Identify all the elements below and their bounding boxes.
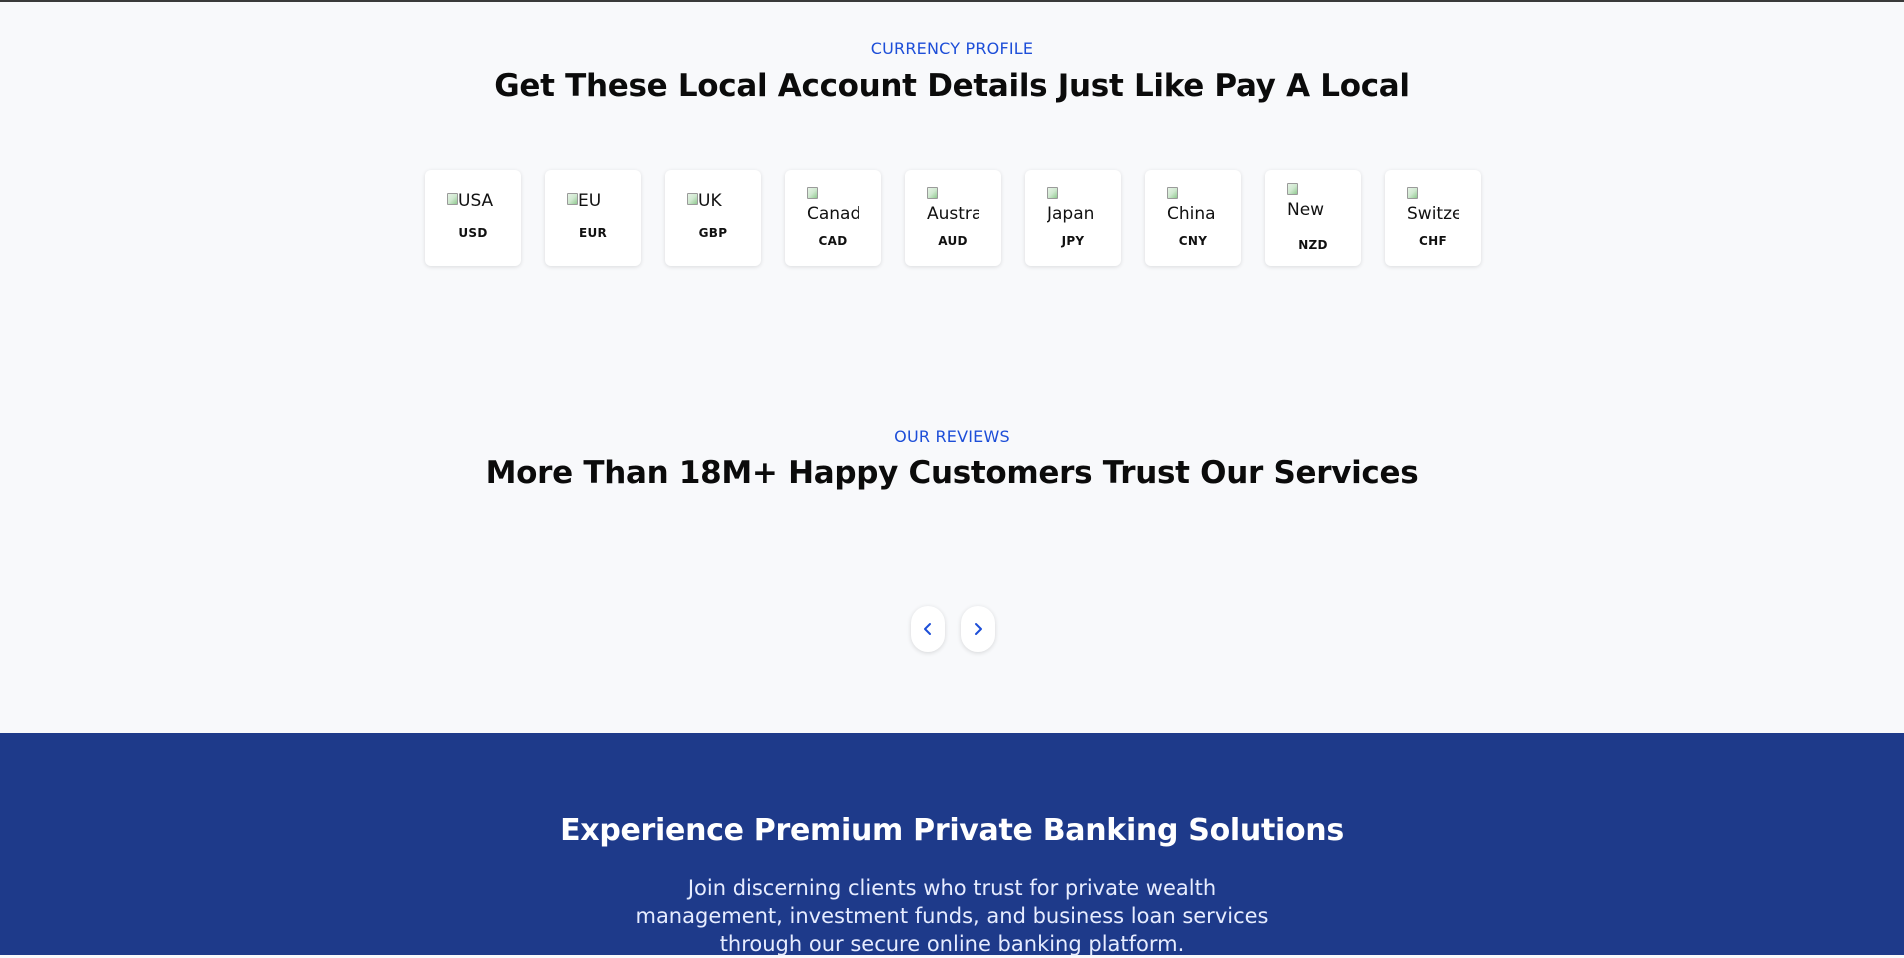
broken-image-icon	[1167, 187, 1178, 199]
currency-card-jpy[interactable]: Japan JPY	[1025, 170, 1121, 266]
reviews-prev-button[interactable]	[911, 606, 945, 652]
chevron-left-icon	[924, 623, 931, 635]
chevron-right-icon	[975, 623, 982, 635]
flag-alt-text: New Zeal	[1287, 200, 1325, 217]
broken-image-icon	[687, 193, 698, 205]
flag-alt-text: Switze	[1407, 204, 1459, 224]
reviews-title: More Than 18M+ Happy Customers Trust Our…	[485, 455, 1419, 491]
cta-banner: Experience Premium Private Banking Solut…	[0, 733, 1904, 956]
currency-card-chf[interactable]: Switze CHF	[1385, 170, 1481, 266]
cta-body: Join discerning clients who trust for pr…	[635, 876, 1269, 956]
broken-image-icon	[927, 187, 938, 199]
cta-title: Experience Premium Private Banking Solut…	[560, 813, 1344, 848]
currency-code: CAD	[818, 234, 848, 248]
flag-alt-text: EU	[578, 192, 602, 211]
top-border	[0, 0, 1904, 2]
flag-alt-text: UK	[698, 192, 722, 211]
currency-card-list: USA USD EU EUR UK GBP Canad CAD Austra A…	[425, 170, 1481, 266]
currency-card-eur[interactable]: EU EUR	[545, 170, 641, 266]
broken-image-icon	[1047, 187, 1058, 199]
currency-code: AUD	[938, 234, 968, 248]
broken-image-icon	[447, 193, 458, 205]
flag-image-canada: Canad	[807, 186, 859, 224]
flag-alt-text: USA	[458, 192, 494, 211]
flag-image-australia: Austra	[927, 186, 979, 224]
broken-image-icon	[567, 193, 578, 205]
currency-card-gbp[interactable]: UK GBP	[665, 170, 761, 266]
currency-code: NZD	[1298, 238, 1328, 252]
currency-card-cny[interactable]: China CNY	[1145, 170, 1241, 266]
currency-card-aud[interactable]: Austra AUD	[905, 170, 1001, 266]
currency-card-nzd[interactable]: New Zeal NZD	[1265, 170, 1361, 266]
currency-eyebrow: CURRENCY PROFILE	[870, 39, 1034, 58]
flag-image-usa: USA	[447, 192, 499, 214]
currency-code: JPY	[1061, 234, 1085, 248]
flag-image-eu: EU	[567, 192, 619, 214]
reviews-next-button[interactable]	[961, 606, 995, 652]
currency-code: CHF	[1419, 234, 1447, 248]
flag-alt-text: Japan	[1047, 204, 1095, 224]
flag-image-japan: Japan	[1047, 186, 1099, 224]
currency-code: USD	[458, 226, 488, 240]
broken-image-icon	[1287, 183, 1298, 195]
currency-code: EUR	[578, 226, 608, 240]
broken-image-icon	[807, 187, 818, 199]
currency-title: Get These Local Account Details Just Lik…	[494, 68, 1410, 104]
currency-code: CNY	[1178, 234, 1208, 248]
currency-card-cad[interactable]: Canad CAD	[785, 170, 881, 266]
flag-image-switzerland: Switze	[1407, 186, 1459, 224]
flag-alt-text: Canad	[807, 204, 859, 224]
flag-image-uk: UK	[687, 192, 739, 214]
currency-card-usd[interactable]: USA USD	[425, 170, 521, 266]
broken-image-icon	[1407, 187, 1418, 199]
reviews-eyebrow: OUR REVIEWS	[894, 427, 1010, 446]
flag-alt-text: China	[1167, 204, 1216, 224]
flag-alt-text: Austra	[927, 204, 979, 224]
flag-image-new-zealand: New Zeal	[1287, 182, 1339, 216]
currency-code: GBP	[698, 226, 728, 240]
flag-image-china: China	[1167, 186, 1219, 224]
